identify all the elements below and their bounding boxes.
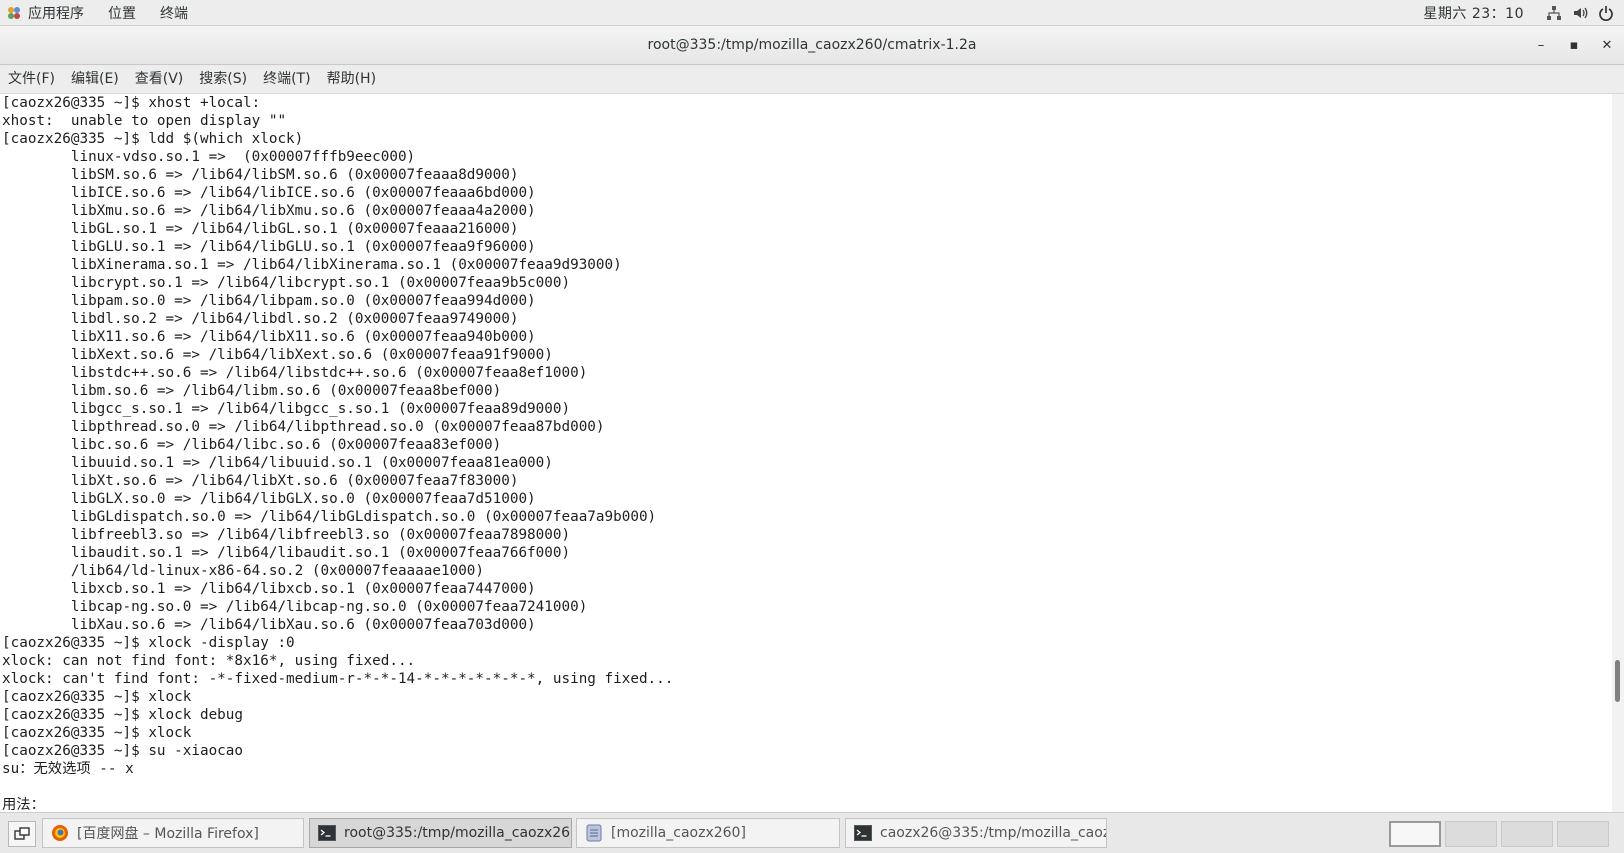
top-panel: 应用程序 位置 终端 星期六 23：10 — [0, 0, 1624, 26]
terminal-line: libaudit.so.1 => /lib64/libaudit.so.1 (0… — [2, 545, 571, 561]
menu-view[interactable]: 查看(V) — [127, 65, 192, 93]
terminal-line: libXinerama.so.1 => /lib64/libXinerama.s… — [2, 257, 622, 273]
terminal-line: libXmu.so.6 => /lib64/libXmu.so.6 (0x000… — [2, 203, 536, 219]
power-icon[interactable] — [1598, 5, 1614, 21]
menu-bar: 文件(F) 编辑(E) 查看(V) 搜索(S) 终端(T) 帮助(H) — [0, 65, 1624, 94]
window-titlebar[interactable]: root@335:/tmp/mozilla_caozx260/cmatrix-1… — [0, 26, 1624, 65]
terminal-line: [caozx26@335 ~]$ xlock -display :0 — [2, 635, 295, 651]
taskbar-item-label: [百度网盘 – Mozilla Firefox] — [77, 826, 259, 842]
terminal-line: libICE.so.6 => /lib64/libICE.so.6 (0x000… — [2, 185, 536, 201]
terminal-line: xlock: can't find font: -*-fixed-medium-… — [2, 671, 674, 687]
menu-edit[interactable]: 编辑(E) — [63, 65, 127, 93]
terminal-line: [caozx26@335 ~]$ xhost +local: — [2, 95, 261, 111]
terminal-line: [caozx26@335 ~]$ xlock — [2, 689, 192, 705]
terminal-app-menu[interactable]: 终端 — [148, 0, 200, 25]
terminal-line: [caozx26@335 ~]$ su -xiaocao — [2, 743, 244, 759]
taskbar-item-label: root@335:/tmp/mozilla_caozx260/cmatrix-1… — [344, 825, 571, 841]
places-menu[interactable]: 位置 — [96, 0, 148, 25]
terminal-line: /lib64/ld-linux-x86-64.so.2 (0x00007feaa… — [2, 563, 485, 579]
terminal-line: [caozx26@335 ~]$ xlock debug — [2, 707, 244, 723]
terminal-line: [caozx26@335 ~]$ ldd $(which xlock) — [2, 131, 304, 147]
network-icon[interactable] — [1546, 5, 1562, 21]
terminal-line: libXt.so.6 => /lib64/libXt.so.6 (0x00007… — [2, 473, 519, 489]
taskbar-item-firefox[interactable]: [百度网盘 – Mozilla Firefox] — [42, 818, 304, 848]
taskbar-item-terminal-root[interactable]: root@335:/tmp/mozilla_caozx260/cmatrix-1… — [309, 818, 572, 848]
terminal-line: libcrypt.so.1 => /lib64/libcrypt.so.1 (0… — [2, 275, 571, 291]
terminal-line: libuuid.so.1 => /lib64/libuuid.so.1 (0x0… — [2, 455, 553, 471]
clock[interactable]: 星期六 23：10 — [1423, 3, 1524, 23]
applications-menu[interactable]: 应用程序 — [26, 0, 96, 25]
taskbar-item-file-manager[interactable]: [mozilla_caozx260] — [576, 818, 840, 848]
file-manager-icon — [585, 824, 603, 842]
show-desktop-button[interactable] — [8, 821, 36, 847]
terminal-line: libc.so.6 => /lib64/libc.so.6 (0x00007fe… — [2, 437, 502, 453]
terminal-scrollbar[interactable] — [1612, 94, 1624, 812]
taskbar-item-terminal-user[interactable]: caozx26@335:/tmp/mozilla_caozx260 — [845, 818, 1107, 848]
terminal-line: libGLX.so.0 => /lib64/libGLX.so.0 (0x000… — [2, 491, 536, 507]
terminal-line: xhost: unable to open display "" — [2, 113, 287, 129]
terminal-line: libcap-ng.so.0 => /lib64/libcap-ng.so.0 … — [2, 599, 588, 615]
firefox-icon — [51, 824, 69, 842]
terminal-line: libXext.so.6 => /lib64/libXext.so.6 (0x0… — [2, 347, 553, 363]
maximize-button[interactable]: ▪ — [1563, 35, 1585, 55]
terminal-line: libX11.so.6 => /lib64/libX11.so.6 (0x000… — [2, 329, 536, 345]
terminal-line: libGLU.so.1 => /lib64/libGLU.so.1 (0x000… — [2, 239, 536, 255]
workspace-3[interactable] — [1501, 821, 1553, 847]
terminal-icon — [854, 824, 872, 842]
taskbar-item-label: caozx26@335:/tmp/mozilla_caozx260 — [880, 825, 1106, 841]
menu-terminal[interactable]: 终端(T) — [255, 65, 318, 93]
terminal-line: [caozx26@335 ~]$ xlock — [2, 725, 192, 741]
terminal-line: libstdc++.so.6 => /lib64/libstdc++.so.6 … — [2, 365, 588, 381]
workspace-4[interactable] — [1557, 821, 1609, 847]
volume-icon[interactable] — [1572, 5, 1588, 21]
terminal-line: libGLdispatch.so.0 => /lib64/libGLdispat… — [2, 509, 657, 525]
terminal-line: libfreebl3.so => /lib64/libfreebl3.so (0… — [2, 527, 571, 543]
terminal-line: libXau.so.6 => /lib64/libXau.so.6 (0x000… — [2, 617, 536, 633]
terminal-line: xlock: can not find font: *8x16*, using … — [2, 653, 416, 669]
terminal-line: libpthread.so.0 => /lib64/libpthread.so.… — [2, 419, 605, 435]
menu-file[interactable]: 文件(F) — [0, 65, 63, 93]
terminal-line: libpam.so.0 => /lib64/libpam.so.0 (0x000… — [2, 293, 536, 309]
taskbar: [百度网盘 – Mozilla Firefox] root@335:/tmp/m… — [0, 812, 1624, 853]
workspace-1[interactable] — [1389, 821, 1441, 847]
terminal-line: 用法： — [2, 797, 45, 812]
minimize-button[interactable]: – — [1530, 35, 1552, 55]
scrollbar-thumb[interactable] — [1615, 660, 1620, 702]
taskbar-item-label: [mozilla_caozx260] — [611, 825, 746, 841]
terminal-line: libdl.so.2 => /lib64/libdl.so.2 (0x00007… — [2, 311, 519, 327]
menu-help[interactable]: 帮助(H) — [319, 65, 384, 93]
window-title: root@335:/tmp/mozilla_caozx260/cmatrix-1… — [647, 37, 977, 53]
terminal-line: libGL.so.1 => /lib64/libGL.so.1 (0x00007… — [2, 221, 519, 237]
show-desktop-icon — [14, 827, 30, 840]
terminal-line: libSM.so.6 => /lib64/libSM.so.6 (0x00007… — [2, 167, 519, 183]
terminal-line: libxcb.so.1 => /lib64/libxcb.so.1 (0x000… — [2, 581, 536, 597]
terminal-icon — [318, 824, 336, 842]
terminal-line: linux-vdso.so.1 => (0x00007fffb9eec000) — [2, 149, 416, 165]
terminal-line: libm.so.6 => /lib64/libm.so.6 (0x00007fe… — [2, 383, 502, 399]
menu-search[interactable]: 搜索(S) — [191, 65, 255, 93]
workspace-2[interactable] — [1445, 821, 1497, 847]
terminal-line: libgcc_s.so.1 => /lib64/libgcc_s.so.1 (0… — [2, 401, 571, 417]
terminal-lines: [caozx26@335 ~]$ xhost +local: xhost: una… — [0, 94, 1612, 812]
terminal-line: su：无效选项 -- x — [2, 761, 134, 777]
close-button[interactable]: ✕ — [1596, 35, 1618, 55]
terminal-output[interactable]: [caozx26@335 ~]$ xhost +local: xhost: una… — [0, 94, 1612, 812]
apps-menu-icon — [8, 6, 20, 19]
